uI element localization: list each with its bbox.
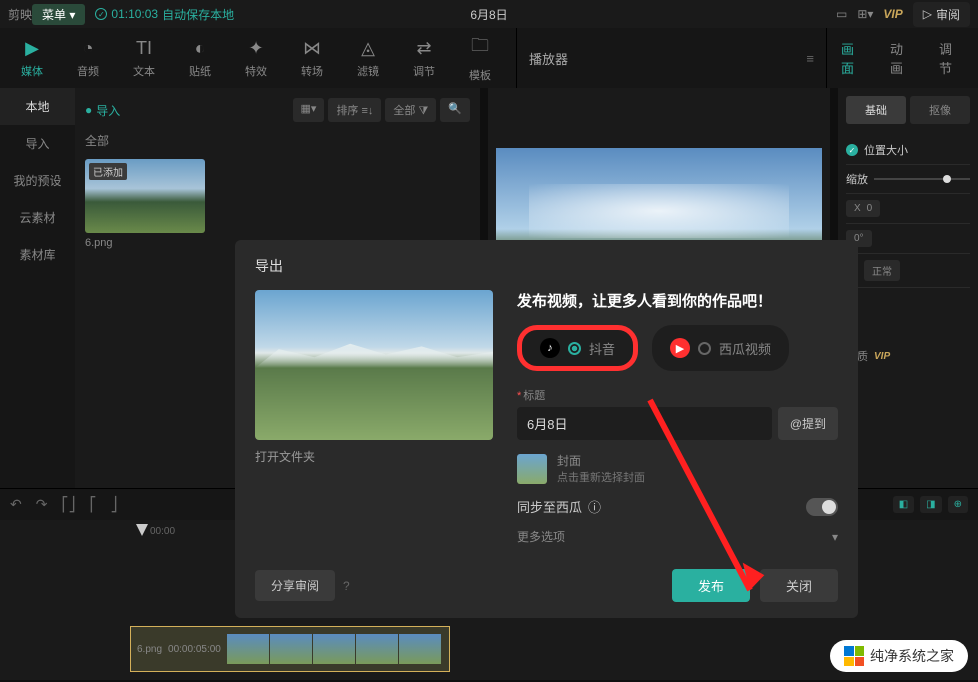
- cover-thumbnail[interactable]: [517, 454, 547, 484]
- template-icon: 🗀: [471, 33, 489, 63]
- tl-chip-2[interactable]: ◨: [920, 496, 941, 513]
- tool-text[interactable]: TI文本: [116, 28, 172, 88]
- save-status: ✓ 01:10:03 自动保存本地: [95, 6, 234, 23]
- windows-logo-icon: [844, 646, 864, 666]
- tab-picture[interactable]: 画面: [827, 39, 876, 77]
- title-input[interactable]: [517, 407, 772, 440]
- check-icon[interactable]: ✓: [846, 144, 858, 156]
- publish-button[interactable]: 发布: [672, 569, 750, 602]
- scale-label: 缩放: [846, 171, 868, 187]
- tab-adjust[interactable]: 调节: [925, 39, 974, 77]
- tab-animation[interactable]: 动画: [876, 39, 925, 77]
- app-name: 剪映: [8, 6, 32, 23]
- tool-adjust[interactable]: ⇄调节: [396, 28, 452, 88]
- sticker-icon: ◐: [195, 38, 206, 59]
- tool-effect[interactable]: ✦特效: [228, 28, 284, 88]
- help-icon[interactable]: ⓘ: [588, 497, 601, 516]
- tool-transition[interactable]: ⋈转场: [284, 28, 340, 88]
- filter-all-button[interactable]: 全部 ⧩: [385, 98, 436, 122]
- douyin-icon: ♪: [540, 338, 560, 358]
- media-icon: ▶: [25, 38, 39, 59]
- adjust-icon: ⇄: [416, 38, 431, 59]
- tool-sticker[interactable]: ◐贴纸: [172, 28, 228, 88]
- review-button[interactable]: ▷ 审阅: [913, 2, 970, 27]
- tool-audio[interactable]: ◔音频: [60, 28, 116, 88]
- check-icon: ✓: [95, 8, 107, 20]
- import-icon: ●: [85, 103, 92, 117]
- position-size-label: 位置大小: [864, 142, 908, 158]
- radio-inactive: [698, 342, 711, 355]
- sidebar-item-presets[interactable]: 我的预设: [0, 162, 75, 199]
- layout-icon-1[interactable]: ▭: [836, 7, 847, 21]
- layout-icon-2[interactable]: ⊞▾: [857, 7, 873, 21]
- chevron-down-icon: ▾: [832, 530, 838, 544]
- more-options[interactable]: 更多选项 ▾: [517, 528, 838, 545]
- audio-icon: ◔: [83, 38, 94, 59]
- sidebar-item-library[interactable]: 素材库: [0, 236, 75, 273]
- radio-active: [568, 342, 581, 355]
- export-preview: [255, 290, 493, 440]
- project-title: 6月8日: [470, 6, 507, 23]
- undo-icon[interactable]: ↶: [10, 496, 22, 513]
- subtab-matting[interactable]: 抠像: [910, 96, 970, 124]
- play-icon: ▷: [923, 7, 932, 21]
- sidebar-item-cloud[interactable]: 云素材: [0, 199, 75, 236]
- playhead[interactable]: [136, 524, 148, 536]
- x-input[interactable]: X0: [846, 200, 880, 217]
- help-icon-2[interactable]: ?: [343, 579, 350, 593]
- search-button[interactable]: 🔍: [440, 98, 470, 122]
- menu-button[interactable]: 菜单 ▾: [32, 4, 85, 25]
- player-label: 播放器: [529, 49, 568, 68]
- media-thumbnail[interactable]: 已添加: [85, 159, 205, 233]
- tool-filter[interactable]: ◬滤镜: [340, 28, 396, 88]
- publish-title: 发布视频，让更多人看到你的作品吧！: [517, 290, 838, 311]
- xigua-icon: ▶: [670, 338, 690, 358]
- share-review-button[interactable]: 分享审阅: [255, 570, 335, 601]
- sync-toggle[interactable]: [806, 498, 838, 516]
- added-badge: 已添加: [89, 163, 127, 180]
- sort-button[interactable]: 排序 ≡↓: [328, 98, 381, 122]
- redo-icon[interactable]: ↷: [36, 496, 48, 513]
- tool-template[interactable]: 🗀模板: [452, 28, 508, 88]
- time-label: 00:00: [150, 526, 175, 537]
- effect-icon: ✦: [248, 38, 263, 59]
- view-grid-button[interactable]: ▦▾: [293, 98, 325, 122]
- tl-chip-1[interactable]: ◧: [893, 496, 914, 513]
- trim-right-icon[interactable]: ⎦: [110, 496, 117, 513]
- sidebar-item-local[interactable]: 本地: [0, 88, 75, 125]
- cover-hint[interactable]: 点击重新选择封面: [557, 469, 645, 485]
- split-icon[interactable]: ⎡⎦: [61, 496, 75, 513]
- blend-mode-select[interactable]: 正常: [864, 260, 900, 281]
- title-field-label: 标题: [517, 387, 838, 403]
- platform-xigua[interactable]: ▶ 西瓜视频: [652, 325, 789, 371]
- player-menu-icon[interactable]: ≡: [806, 51, 814, 66]
- timeline-clip[interactable]: 6.png 00:00:05:00: [130, 626, 450, 672]
- sync-label: 同步至西瓜: [517, 497, 582, 516]
- platform-douyin[interactable]: ♪ 抖音: [517, 325, 638, 371]
- trim-left-icon[interactable]: ⎡: [89, 496, 96, 513]
- mention-button[interactable]: @提到: [778, 407, 838, 440]
- sidebar-item-import[interactable]: 导入: [0, 125, 75, 162]
- scale-slider[interactable]: [874, 178, 970, 180]
- open-folder-link[interactable]: 打开文件夹: [255, 448, 493, 465]
- import-button[interactable]: ● 导入: [85, 102, 120, 119]
- subtab-basic[interactable]: 基础: [846, 96, 906, 124]
- all-label: 全部: [85, 132, 470, 149]
- vip-badge[interactable]: VIP: [883, 7, 902, 21]
- watermark: 纯净系统之家: [830, 640, 968, 672]
- close-button[interactable]: 关闭: [760, 569, 838, 602]
- text-icon: TI: [136, 38, 152, 59]
- export-dialog: 导出 打开文件夹 发布视频，让更多人看到你的作品吧！ ♪ 抖音 ▶ 西瓜视频: [235, 240, 858, 618]
- tool-media[interactable]: ▶媒体: [4, 28, 60, 88]
- filter-icon: ◬: [361, 38, 375, 59]
- cover-label: 封面: [557, 452, 645, 469]
- dialog-title: 导出: [255, 256, 838, 276]
- quality-vip-badge: VIP: [874, 351, 890, 362]
- tl-chip-3[interactable]: ⊕: [948, 496, 968, 513]
- transition-icon: ⋈: [303, 38, 321, 59]
